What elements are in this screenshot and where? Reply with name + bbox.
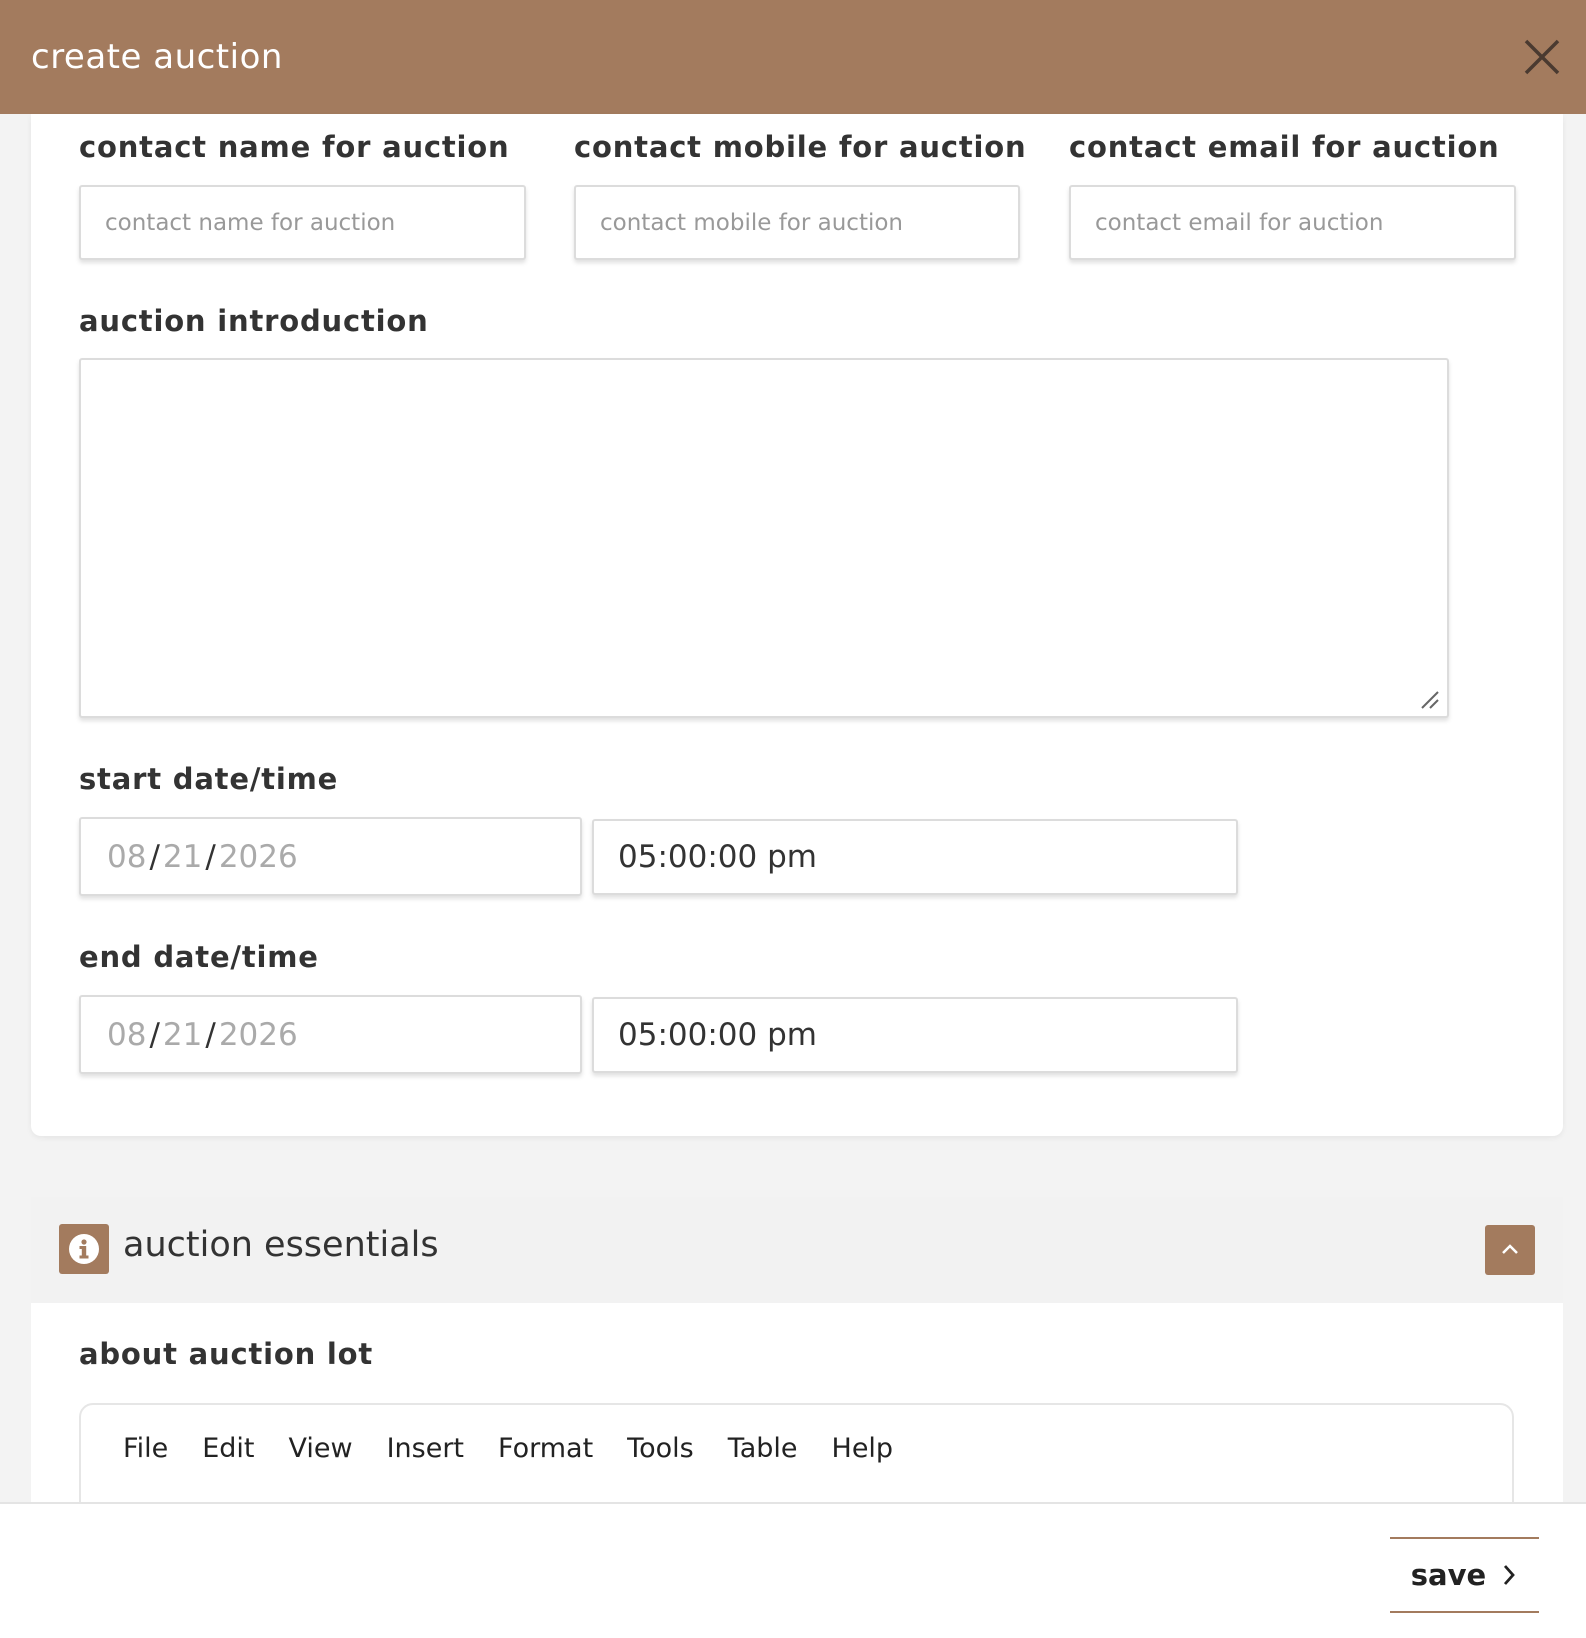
menu-table[interactable]: Table xyxy=(728,1433,798,1464)
contact-email-label: contact email for auction xyxy=(1069,130,1500,164)
end-day[interactable]: 21 xyxy=(163,1017,202,1053)
collapse-button[interactable] xyxy=(1485,1225,1535,1275)
end-datetime-label: end date/time xyxy=(79,940,319,974)
contact-name-label: contact name for auction xyxy=(79,130,510,164)
contact-email-input[interactable] xyxy=(1069,185,1516,260)
save-button[interactable]: save xyxy=(1390,1537,1539,1613)
start-day[interactable]: 21 xyxy=(163,839,202,875)
editor-menu-bar: File Edit View Insert Format Tools Table… xyxy=(123,1433,927,1464)
modal-footer: save xyxy=(0,1502,1586,1638)
menu-file[interactable]: File xyxy=(123,1433,168,1464)
close-button[interactable] xyxy=(1518,33,1566,81)
save-button-label: save xyxy=(1410,1558,1487,1592)
close-icon xyxy=(1524,39,1560,75)
contact-mobile-label: contact mobile for auction xyxy=(574,130,1027,164)
resize-grip-icon[interactable] xyxy=(1418,688,1440,710)
auction-essentials-title: auction essentials xyxy=(123,1225,439,1265)
menu-insert[interactable]: Insert xyxy=(387,1433,464,1464)
auction-essentials-header[interactable]: auction essentials xyxy=(31,1197,1563,1303)
introduction-label: auction introduction xyxy=(79,304,429,338)
contact-mobile-input[interactable] xyxy=(574,185,1020,260)
end-date-input[interactable]: 08/21/2026 xyxy=(79,995,582,1074)
menu-help[interactable]: Help xyxy=(832,1433,894,1464)
end-time-value: 05:00:00 pm xyxy=(618,1017,817,1053)
introduction-textarea[interactable] xyxy=(79,358,1449,718)
start-time-input[interactable]: 05:00:00 pm xyxy=(592,819,1238,895)
info-icon xyxy=(59,1224,109,1274)
chevron-up-icon xyxy=(1502,1244,1518,1254)
start-month[interactable]: 08 xyxy=(107,839,146,875)
start-datetime-label: start date/time xyxy=(79,762,339,796)
start-time-value: 05:00:00 pm xyxy=(618,839,817,875)
modal-title: create auction xyxy=(31,37,283,77)
menu-format[interactable]: Format xyxy=(498,1433,593,1464)
contact-name-input[interactable] xyxy=(79,185,526,260)
menu-tools[interactable]: Tools xyxy=(627,1433,694,1464)
end-year[interactable]: 2026 xyxy=(219,1017,298,1053)
menu-edit[interactable]: Edit xyxy=(202,1433,254,1464)
start-date-input[interactable]: 08/21/2026 xyxy=(79,817,582,896)
start-year[interactable]: 2026 xyxy=(219,839,298,875)
modal-header: create auction xyxy=(0,0,1586,114)
end-month[interactable]: 08 xyxy=(107,1017,146,1053)
chevron-right-icon xyxy=(1504,1565,1516,1585)
end-time-input[interactable]: 05:00:00 pm xyxy=(592,997,1238,1073)
about-auction-lot-label: about auction lot xyxy=(79,1337,374,1371)
menu-view[interactable]: View xyxy=(288,1433,352,1464)
